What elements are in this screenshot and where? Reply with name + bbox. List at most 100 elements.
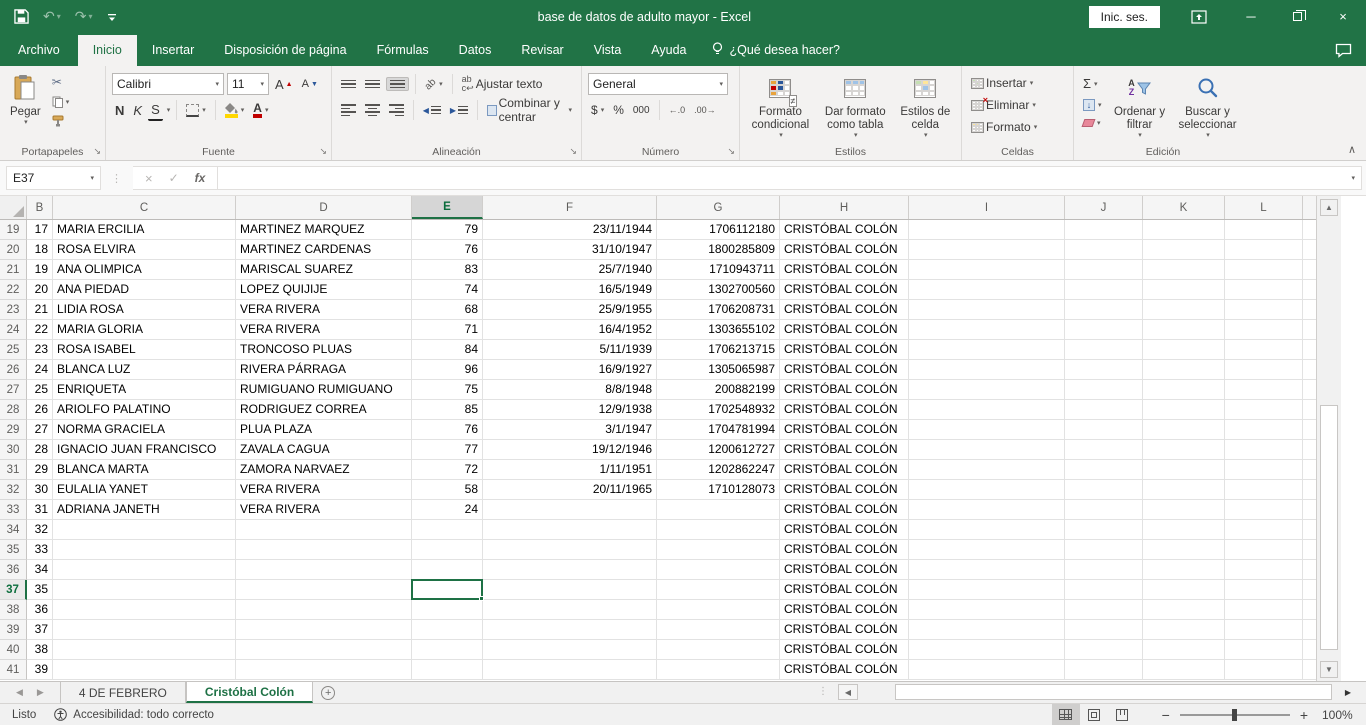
cell-H22[interactable]: CRISTÓBAL COLÓN <box>780 280 909 300</box>
cell-G38[interactable] <box>657 600 780 620</box>
cell-B37[interactable]: 35 <box>27 580 53 600</box>
font-dialog-launcher-icon[interactable]: ↘ <box>319 146 327 157</box>
cell-L32[interactable] <box>1225 480 1303 500</box>
cell-D37[interactable] <box>236 580 412 600</box>
cell-B19[interactable]: 17 <box>27 220 53 240</box>
cell-B21[interactable]: 19 <box>27 260 53 280</box>
cell-C38[interactable] <box>53 600 236 620</box>
cell-D29[interactable]: PLUA PLAZA <box>236 420 412 440</box>
cell-D20[interactable]: MARTINEZ CARDENAS <box>236 240 412 260</box>
row-header-36[interactable]: 36 <box>0 560 27 580</box>
cell-J28[interactable] <box>1065 400 1143 420</box>
cell-G40[interactable] <box>657 640 780 660</box>
row-header-35[interactable]: 35 <box>0 540 27 560</box>
cell-H35[interactable]: CRISTÓBAL COLÓN <box>780 540 909 560</box>
cell-K30[interactable] <box>1143 440 1225 460</box>
row-header-40[interactable]: 40 <box>0 640 27 660</box>
cell-J20[interactable] <box>1065 240 1143 260</box>
cell-L19[interactable] <box>1225 220 1303 240</box>
cell-E23[interactable]: 68 <box>412 300 483 320</box>
cell-I27[interactable] <box>909 380 1065 400</box>
cell-C41[interactable] <box>53 660 236 680</box>
cell-C36[interactable] <box>53 560 236 580</box>
cell-F34[interactable] <box>483 520 657 540</box>
cell-I32[interactable] <box>909 480 1065 500</box>
cell-K38[interactable] <box>1143 600 1225 620</box>
cell-K25[interactable] <box>1143 340 1225 360</box>
menu-tab-ayuda[interactable]: Ayuda <box>636 35 701 66</box>
copy-button[interactable]: ▾ <box>49 94 73 110</box>
zoom-out-icon[interactable]: − <box>1162 707 1170 723</box>
cell-J36[interactable] <box>1065 560 1143 580</box>
align-center-icon[interactable] <box>362 102 383 118</box>
cell-I29[interactable] <box>909 420 1065 440</box>
insert-cells-button[interactable]: Insertar▾ <box>968 74 1067 92</box>
row-header-20[interactable]: 20 <box>0 240 27 260</box>
zoom-level[interactable]: 100% <box>1322 708 1366 722</box>
cell-B40[interactable]: 38 <box>27 640 53 660</box>
cell-C37[interactable] <box>53 580 236 600</box>
redo-icon[interactable]: ↷▾ <box>75 8 93 25</box>
cell-J24[interactable] <box>1065 320 1143 340</box>
cell-I35[interactable] <box>909 540 1065 560</box>
cancel-icon[interactable]: × <box>145 171 153 186</box>
number-format-select[interactable]: General▾ <box>588 73 728 95</box>
cell-C24[interactable]: MARIA GLORIA <box>53 320 236 340</box>
cell-L34[interactable] <box>1225 520 1303 540</box>
cell-L37[interactable] <box>1225 580 1303 600</box>
row-header-33[interactable]: 33 <box>0 500 27 520</box>
cell-H41[interactable]: CRISTÓBAL COLÓN <box>780 660 909 680</box>
row-header-30[interactable]: 30 <box>0 440 27 460</box>
normal-view-button[interactable] <box>1052 704 1080 725</box>
cell-F20[interactable]: 31/10/1947 <box>483 240 657 260</box>
cell-C26[interactable]: BLANCA LUZ <box>53 360 236 380</box>
cell-D22[interactable]: LOPEZ QUIJIJE <box>236 280 412 300</box>
name-box[interactable]: E37▾ <box>6 166 101 190</box>
cell-L21[interactable] <box>1225 260 1303 280</box>
row-header-24[interactable]: 24 <box>0 320 27 340</box>
cell-L33[interactable] <box>1225 500 1303 520</box>
cell-E22[interactable]: 74 <box>412 280 483 300</box>
cell-J34[interactable] <box>1065 520 1143 540</box>
cell-E41[interactable] <box>412 660 483 680</box>
cell-C30[interactable]: IGNACIO JUAN FRANCISCO <box>53 440 236 460</box>
cell-H39[interactable]: CRISTÓBAL COLÓN <box>780 620 909 640</box>
cell-G24[interactable]: 1303655102 <box>657 320 780 340</box>
cell-J41[interactable] <box>1065 660 1143 680</box>
cell-G41[interactable] <box>657 660 780 680</box>
cell-G20[interactable]: 1800285809 <box>657 240 780 260</box>
row-header-27[interactable]: 27 <box>0 380 27 400</box>
cell-F27[interactable]: 8/8/1948 <box>483 380 657 400</box>
autosum-button[interactable]: Σ▾ <box>1080 74 1105 93</box>
cell-G32[interactable]: 1710128073 <box>657 480 780 500</box>
clear-button[interactable]: ▾ <box>1080 117 1105 129</box>
cell-J30[interactable] <box>1065 440 1143 460</box>
cell-F26[interactable]: 16/9/1927 <box>483 360 657 380</box>
font-size-select[interactable]: 11▾ <box>227 73 269 95</box>
cell-C32[interactable]: EULALIA YANET <box>53 480 236 500</box>
cell-C19[interactable]: MARIA ERCILIA <box>53 220 236 240</box>
cell-E19[interactable]: 79 <box>412 220 483 240</box>
cell-H26[interactable]: CRISTÓBAL COLÓN <box>780 360 909 380</box>
formula-bar-expand-icon[interactable]: ▾ <box>1351 174 1355 182</box>
column-header-K[interactable]: K <box>1143 196 1225 219</box>
cell-D40[interactable] <box>236 640 412 660</box>
cell-B24[interactable]: 22 <box>27 320 53 340</box>
cell-H23[interactable]: CRISTÓBAL COLÓN <box>780 300 909 320</box>
row-header-28[interactable]: 28 <box>0 400 27 420</box>
cell-G33[interactable] <box>657 500 780 520</box>
cell-F30[interactable]: 19/12/1946 <box>483 440 657 460</box>
cell-E29[interactable]: 76 <box>412 420 483 440</box>
align-left-icon[interactable] <box>338 102 359 118</box>
row-header-26[interactable]: 26 <box>0 360 27 380</box>
row-header-25[interactable]: 25 <box>0 340 27 360</box>
page-break-view-button[interactable] <box>1108 704 1136 725</box>
cell-J38[interactable] <box>1065 600 1143 620</box>
cell-B20[interactable]: 18 <box>27 240 53 260</box>
sheet-tab-cristobal-colon[interactable]: Cristóbal Colón <box>186 682 313 703</box>
cell-H33[interactable]: CRISTÓBAL COLÓN <box>780 500 909 520</box>
cell-G27[interactable]: 200882199 <box>657 380 780 400</box>
cell-C29[interactable]: NORMA GRACIELA <box>53 420 236 440</box>
cell-F19[interactable]: 23/11/1944 <box>483 220 657 240</box>
cell-L24[interactable] <box>1225 320 1303 340</box>
